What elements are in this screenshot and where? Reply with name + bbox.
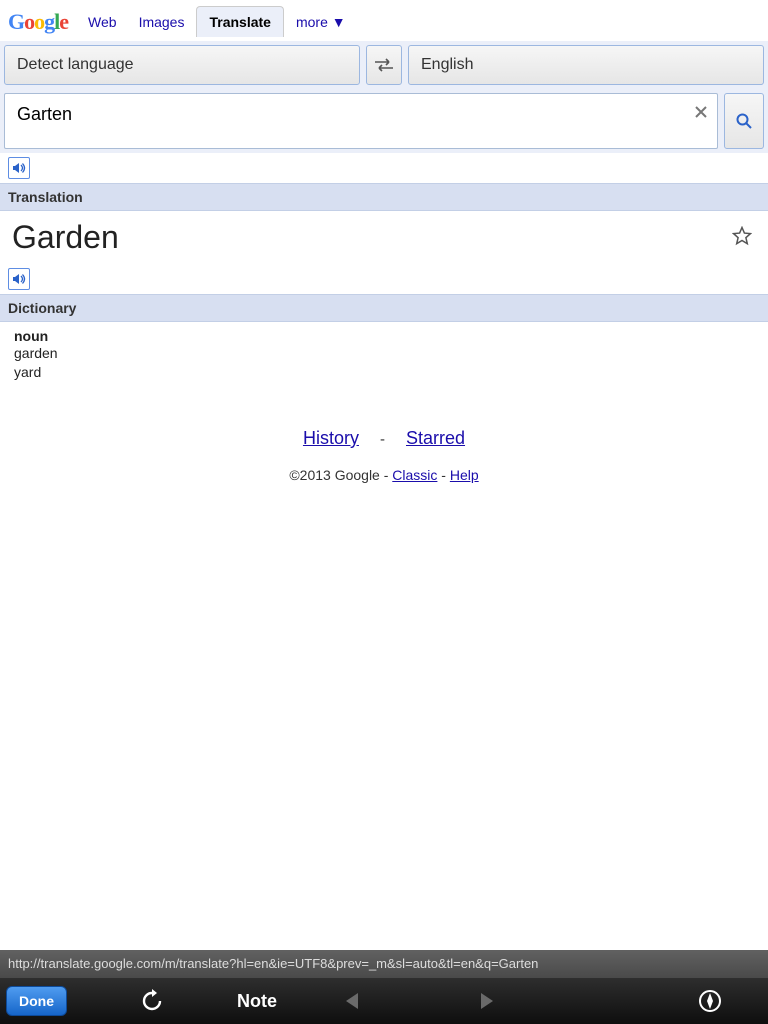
nav-images[interactable]: Images: [129, 8, 195, 36]
source-listen-button[interactable]: [8, 157, 30, 179]
star-icon: [732, 226, 752, 246]
forward-icon: [479, 992, 495, 1010]
target-language-select[interactable]: English: [408, 45, 764, 85]
definition-item: garden: [14, 344, 754, 363]
definition-item: yard: [14, 363, 754, 382]
speaker-icon: [12, 272, 26, 286]
swap-icon: [373, 58, 395, 72]
clear-input-button[interactable]: [685, 94, 717, 131]
footer-links: History - Starred: [0, 428, 768, 449]
target-listen-button[interactable]: [8, 268, 30, 290]
translation-text: Garden: [12, 219, 728, 256]
source-text-input[interactable]: [5, 94, 685, 148]
input-row: [0, 89, 768, 153]
close-icon: [695, 106, 707, 118]
refresh-icon: [140, 989, 164, 1013]
copyright-text: ©2013 Google -: [289, 467, 392, 483]
top-nav: Google Web Images Translate more ▼: [0, 0, 768, 41]
nav-web[interactable]: Web: [78, 8, 127, 36]
dictionary-body: noun garden yard: [0, 322, 768, 388]
refresh-button[interactable]: [140, 989, 164, 1013]
compass-button[interactable]: [698, 989, 722, 1013]
back-button[interactable]: [344, 992, 360, 1010]
footer-separator: -: [380, 431, 385, 448]
source-input-wrap: [4, 93, 718, 149]
starred-link[interactable]: Starred: [406, 428, 465, 448]
dictionary-section-header: Dictionary: [0, 294, 768, 322]
bottom-toolbar: Done Note: [0, 978, 768, 1024]
translation-section-header: Translation: [0, 183, 768, 211]
google-logo: Google: [8, 9, 68, 35]
part-of-speech: noun: [14, 328, 754, 344]
language-bar: Detect language English: [0, 41, 768, 89]
swap-languages-button[interactable]: [366, 45, 402, 85]
copyright: ©2013 Google - Classic - Help: [0, 467, 768, 483]
url-bar: http://translate.google.com/m/translate?…: [0, 950, 768, 978]
translation-row: Garden: [0, 211, 768, 264]
search-icon: [735, 112, 753, 130]
source-language-select[interactable]: Detect language: [4, 45, 360, 85]
speaker-icon: [12, 161, 26, 175]
forward-button[interactable]: [479, 992, 495, 1010]
translate-button[interactable]: [724, 93, 764, 149]
star-button[interactable]: [728, 222, 756, 253]
note-label: Note: [237, 991, 277, 1012]
done-button[interactable]: Done: [6, 986, 67, 1016]
compass-icon: [698, 989, 722, 1013]
help-link[interactable]: Help: [450, 467, 479, 483]
target-audio-row: [0, 264, 768, 294]
back-icon: [344, 992, 360, 1010]
source-audio-row: [0, 153, 768, 183]
classic-link[interactable]: Classic: [392, 467, 437, 483]
copyright-sep: -: [437, 467, 449, 483]
history-link[interactable]: History: [303, 428, 359, 448]
nav-translate-active[interactable]: Translate: [196, 6, 283, 37]
nav-more[interactable]: more ▼: [286, 8, 356, 36]
